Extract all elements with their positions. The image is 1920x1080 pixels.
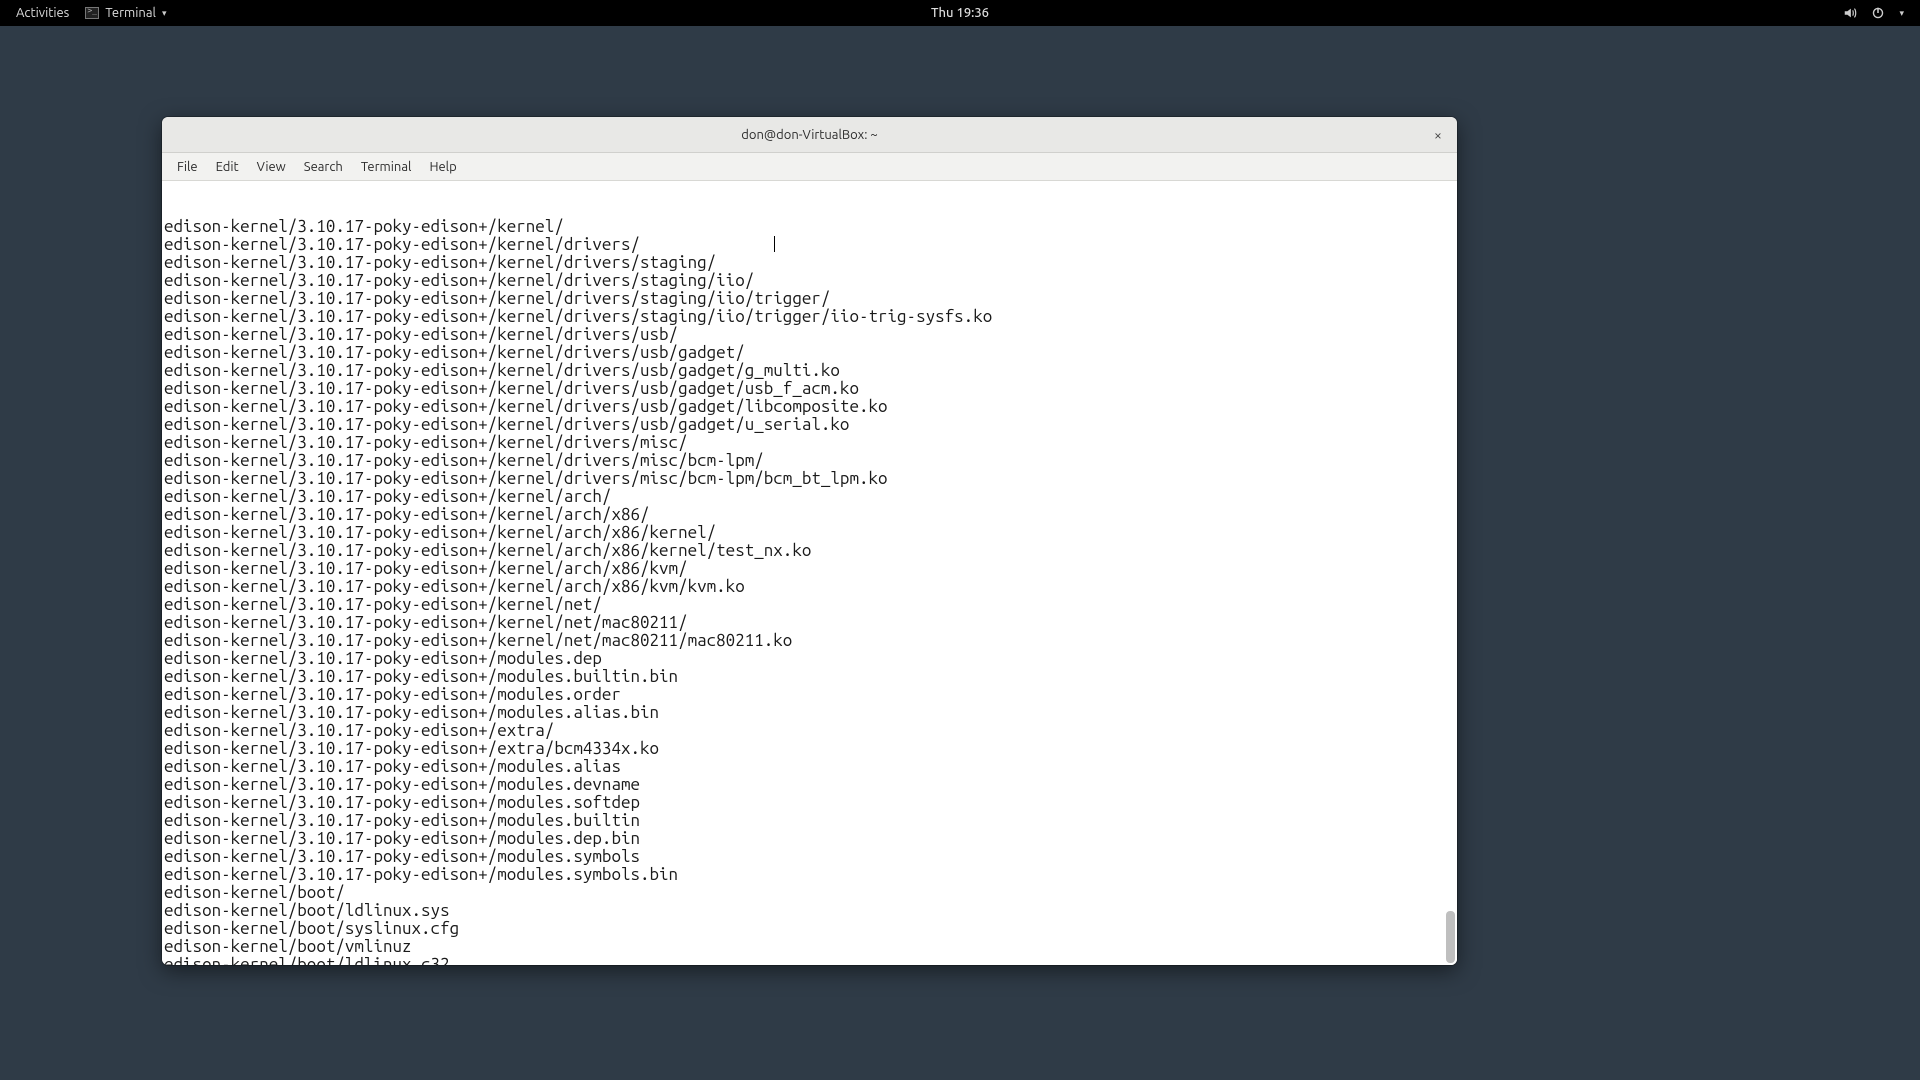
activities-button[interactable]: Activities bbox=[10, 6, 75, 20]
menu-help[interactable]: Help bbox=[420, 160, 465, 174]
terminal-line: edison-kernel/3.10.17-poky-edison+/kerne… bbox=[164, 398, 1455, 416]
terminal-line: edison-kernel/3.10.17-poky-edison+/kerne… bbox=[164, 452, 1455, 470]
terminal-line: edison-kernel/3.10.17-poky-edison+/modul… bbox=[164, 758, 1455, 776]
chevron-down-icon: ▾ bbox=[1899, 8, 1904, 19]
terminal-line: edison-kernel/3.10.17-poky-edison+/kerne… bbox=[164, 470, 1455, 488]
topbar-app-menu[interactable]: Terminal ▾ bbox=[79, 6, 172, 20]
terminal-line: edison-kernel/boot/ldlinux.sys bbox=[164, 902, 1455, 920]
terminal-line: edison-kernel/3.10.17-poky-edison+/kerne… bbox=[164, 488, 1455, 506]
menu-search[interactable]: Search bbox=[295, 160, 352, 174]
terminal-line: edison-kernel/boot/vmlinuz bbox=[164, 938, 1455, 956]
terminal-line: edison-kernel/3.10.17-poky-edison+/kerne… bbox=[164, 218, 1455, 236]
terminal-window: don@don-VirtualBox: ~ × File Edit View S… bbox=[162, 117, 1457, 965]
terminal-line: edison-kernel/3.10.17-poky-edison+/modul… bbox=[164, 668, 1455, 686]
text-cursor bbox=[774, 236, 775, 252]
terminal-line: edison-kernel/3.10.17-poky-edison+/modul… bbox=[164, 866, 1455, 884]
scrollbar-track[interactable] bbox=[1446, 246, 1455, 963]
terminal-line: edison-kernel/3.10.17-poky-edison+/kerne… bbox=[164, 560, 1455, 578]
terminal-line: edison-kernel/boot/syslinux.cfg bbox=[164, 920, 1455, 938]
terminal-viewport[interactable]: edison-kernel/3.10.17-poky-edison+/kerne… bbox=[162, 181, 1457, 965]
terminal-line: edison-kernel/3.10.17-poky-edison+/extra… bbox=[164, 740, 1455, 758]
terminal-line: edison-kernel/boot/ bbox=[164, 884, 1455, 902]
terminal-line: edison-kernel/3.10.17-poky-edison+/kerne… bbox=[164, 542, 1455, 560]
window-titlebar[interactable]: don@don-VirtualBox: ~ × bbox=[162, 117, 1457, 153]
topbar-left-group: Activities Terminal ▾ bbox=[10, 6, 172, 20]
menu-edit[interactable]: Edit bbox=[207, 160, 248, 174]
topbar-status-area[interactable]: ▾ bbox=[1843, 6, 1910, 20]
terminal-line: edison-kernel/3.10.17-poky-edison+/kerne… bbox=[164, 272, 1455, 290]
menu-terminal[interactable]: Terminal bbox=[352, 160, 421, 174]
menu-file[interactable]: File bbox=[168, 160, 207, 174]
terminal-line: edison-kernel/3.10.17-poky-edison+/kerne… bbox=[164, 632, 1455, 650]
terminal-line: edison-kernel/3.10.17-poky-edison+/modul… bbox=[164, 704, 1455, 722]
terminal-line: edison-kernel/3.10.17-poky-edison+/kerne… bbox=[164, 254, 1455, 272]
terminal-line: edison-kernel/3.10.17-poky-edison+/kerne… bbox=[164, 596, 1455, 614]
close-button[interactable]: × bbox=[1429, 126, 1447, 144]
terminal-line: edison-kernel/3.10.17-poky-edison+/kerne… bbox=[164, 416, 1455, 434]
terminal-line: edison-kernel/3.10.17-poky-edison+/extra… bbox=[164, 722, 1455, 740]
terminal-line: edison-kernel/boot/ldlinux.c32 bbox=[164, 956, 1455, 965]
terminal-line: edison-kernel/3.10.17-poky-edison+/kerne… bbox=[164, 308, 1455, 326]
terminal-line: edison-kernel/3.10.17-poky-edison+/kerne… bbox=[164, 326, 1455, 344]
terminal-line: edison-kernel/3.10.17-poky-edison+/kerne… bbox=[164, 524, 1455, 542]
terminal-line: edison-kernel/3.10.17-poky-edison+/modul… bbox=[164, 848, 1455, 866]
terminal-line: edison-kernel/3.10.17-poky-edison+/kerne… bbox=[164, 380, 1455, 398]
terminal-line: edison-kernel/3.10.17-poky-edison+/kerne… bbox=[164, 434, 1455, 452]
terminal-line: edison-kernel/3.10.17-poky-edison+/kerne… bbox=[164, 344, 1455, 362]
menubar: File Edit View Search Terminal Help bbox=[162, 153, 1457, 181]
close-icon: × bbox=[1434, 128, 1442, 142]
terminal-line: edison-kernel/3.10.17-poky-edison+/modul… bbox=[164, 650, 1455, 668]
window-title: don@don-VirtualBox: ~ bbox=[741, 128, 877, 142]
topbar-clock[interactable]: Thu 19:36 bbox=[931, 6, 989, 20]
menu-view[interactable]: View bbox=[248, 160, 295, 174]
volume-icon[interactable] bbox=[1843, 6, 1857, 20]
terminal-line: edison-kernel/3.10.17-poky-edison+/modul… bbox=[164, 794, 1455, 812]
terminal-app-icon bbox=[85, 7, 99, 19]
terminal-line: edison-kernel/3.10.17-poky-edison+/kerne… bbox=[164, 614, 1455, 632]
terminal-line: edison-kernel/3.10.17-poky-edison+/kerne… bbox=[164, 578, 1455, 596]
terminal-output: edison-kernel/3.10.17-poky-edison+/kerne… bbox=[164, 218, 1455, 965]
terminal-line: edison-kernel/3.10.17-poky-edison+/kerne… bbox=[164, 290, 1455, 308]
power-icon[interactable] bbox=[1871, 6, 1885, 20]
terminal-line: edison-kernel/3.10.17-poky-edison+/modul… bbox=[164, 686, 1455, 704]
chevron-down-icon: ▾ bbox=[162, 8, 167, 19]
terminal-line: edison-kernel/3.10.17-poky-edison+/kerne… bbox=[164, 236, 1455, 254]
terminal-line: edison-kernel/3.10.17-poky-edison+/kerne… bbox=[164, 506, 1455, 524]
terminal-line: edison-kernel/3.10.17-poky-edison+/modul… bbox=[164, 830, 1455, 848]
topbar-app-name: Terminal bbox=[105, 6, 156, 20]
gnome-topbar: Activities Terminal ▾ Thu 19:36 ▾ bbox=[0, 0, 1920, 26]
terminal-line: edison-kernel/3.10.17-poky-edison+/modul… bbox=[164, 776, 1455, 794]
terminal-line: edison-kernel/3.10.17-poky-edison+/modul… bbox=[164, 812, 1455, 830]
scrollbar-thumb[interactable] bbox=[1446, 911, 1455, 963]
terminal-line: edison-kernel/3.10.17-poky-edison+/kerne… bbox=[164, 362, 1455, 380]
